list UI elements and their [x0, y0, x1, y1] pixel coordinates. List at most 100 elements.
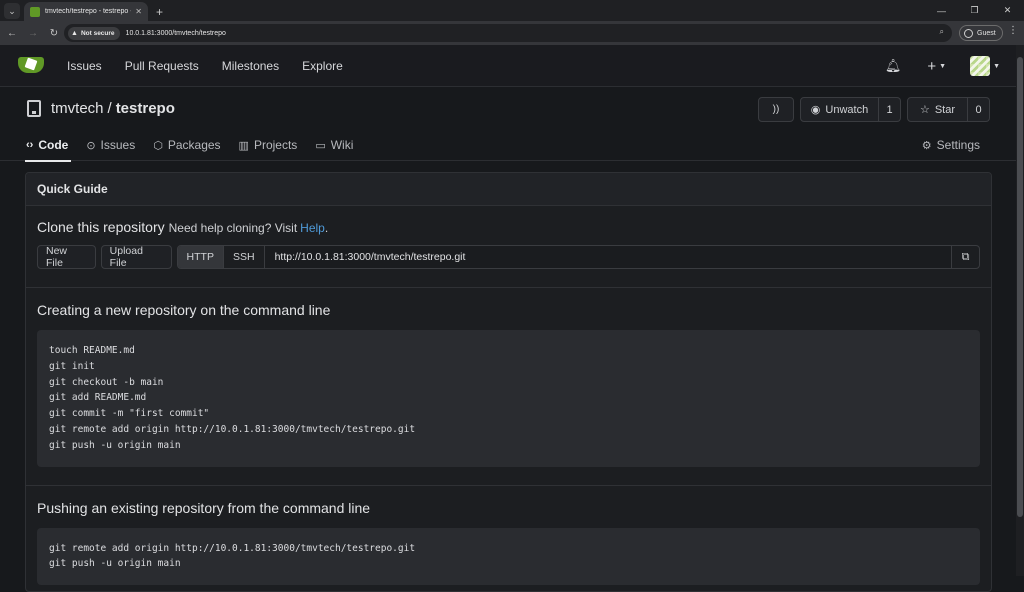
wrench-icon: ⚙ [921, 139, 932, 152]
quick-guide-panel: Quick Guide Clone this repository Need h… [25, 172, 992, 592]
tab-title: tmvtech/testrepo - testrepo - Gitea [45, 8, 131, 15]
tab-projects[interactable]: ▥ Projects [239, 129, 298, 161]
code-line: git checkout -b main [49, 376, 164, 388]
code-line: git remote add origin http://10.0.1.81:3… [49, 542, 416, 554]
tab-settings[interactable]: ⚙ Settings [922, 129, 980, 161]
maximize-icon[interactable]: ❐ [958, 0, 991, 21]
nav-milestones[interactable]: Milestones [222, 59, 279, 73]
url-text: 10.0.1.81:3000/tmvtech/testrepo [125, 29, 226, 37]
window-controls: — ❐ ✕ [925, 0, 1024, 21]
minimize-icon[interactable]: — [925, 0, 958, 21]
tab-issues[interactable]: ⊙ Issues [86, 129, 135, 161]
code-icon: ‹› [26, 139, 34, 151]
avatar [970, 56, 991, 76]
divider [26, 484, 991, 486]
notifications-bell-icon[interactable]: 🔔︎ [885, 58, 902, 74]
clone-url-group: HTTP SSH http://10.0.1.81:3000/tmvtech/t… [176, 245, 980, 269]
gitea-logo-icon[interactable] [18, 55, 44, 77]
push-section-title: Pushing an existing repository from the … [37, 499, 371, 516]
help-text: Need help cloning? Visit [168, 221, 298, 235]
tab-packages-label: Packages [167, 138, 221, 152]
tab-search-icon[interactable]: ⌄ [4, 3, 20, 19]
browser-tab[interactable]: tmvtech/testrepo - testrepo - Gitea ✕ [24, 2, 148, 21]
copy-icon[interactable]: ⧉ [951, 246, 979, 268]
repo-name-link[interactable]: testrepo [116, 100, 175, 117]
repo-book-icon [27, 100, 41, 117]
divider [26, 287, 991, 288]
tab-issues-label: Issues [100, 138, 136, 152]
profile-label: Guest [977, 29, 996, 37]
profile-icon [964, 28, 973, 38]
close-window-icon[interactable]: ✕ [991, 0, 1024, 21]
help-link[interactable]: Help [300, 221, 325, 235]
new-tab-button[interactable]: + [156, 6, 163, 18]
quick-guide-title: Quick Guide [26, 173, 991, 206]
tab-code-label: Code [38, 138, 69, 152]
tab-close-icon[interactable]: ✕ [135, 7, 142, 16]
chevron-down-icon: ▼ [993, 62, 1000, 70]
upload-file-button[interactable]: Upload File [100, 245, 172, 269]
security-chip[interactable]: ▲ Not secure [68, 26, 120, 40]
stars-count[interactable]: 0 [968, 97, 990, 122]
clone-heading: Clone this repository [37, 219, 165, 235]
watchers-count[interactable]: 1 [879, 97, 901, 122]
code-line: git add README.md [49, 392, 147, 404]
rss-icon: )) [772, 104, 780, 115]
zoom-icon[interactable]: ⌕ [940, 27, 944, 37]
clone-section-title: Clone this repository Need help cloning?… [37, 219, 980, 235]
browser-toolbar: ← → ↻ ▲ Not secure 10.0.1.81:3000/tmvtech… [0, 21, 1024, 45]
security-label: Not secure [80, 29, 115, 37]
repo-owner-link[interactable]: tmvtech [51, 100, 104, 117]
code-line: git push -u origin main [49, 439, 181, 451]
code-line: git commit -m "first commit" [49, 408, 210, 420]
tab-code[interactable]: ‹› Code [24, 129, 72, 162]
repo-header: tmvtech / testrepo )) ◉ Unwatch 1 ☆ Star 0… [0, 87, 1016, 162]
profile-button[interactable]: Guest [959, 25, 1003, 41]
code-line: git init [49, 360, 95, 372]
user-menu[interactable]: ▼ [970, 56, 1000, 76]
tab-packages[interactable]: ⬡ Packages [153, 129, 220, 161]
forward-icon[interactable]: → [24, 24, 42, 42]
new-repo-section-title: Creating a new repository on the command… [37, 302, 331, 318]
browser-tabstrip: ⌄ tmvtech/testrepo - testrepo - Gitea ✕ … [0, 0, 1024, 21]
issue-icon: ⊙ [86, 139, 96, 152]
eye-icon: ◉ [810, 104, 821, 116]
tab-wiki-label: Wiki [330, 138, 354, 152]
book-icon: ▭ [315, 139, 326, 152]
code-line: git push -u origin main [49, 558, 181, 570]
tab-wiki[interactable]: ▭ Wiki [315, 129, 353, 161]
address-bar[interactable]: ▲ Not secure 10.0.1.81:3000/tmvtech/testr… [64, 24, 952, 42]
repo-actions: )) ◉ Unwatch 1 ☆ Star 0 [758, 97, 990, 122]
http-toggle[interactable]: HTTP [177, 246, 224, 268]
star-label: Star [934, 103, 956, 116]
star-button[interactable]: ☆ Star [907, 97, 968, 122]
gitea-favicon-icon [30, 6, 40, 17]
browser-menu-icon[interactable]: ⋮ [1008, 25, 1018, 36]
project-icon: ▥ [238, 139, 249, 152]
push-code-block: git remote add origin http://10.0.1.81:3… [37, 527, 980, 586]
site-header: Issues Pull Requests Milestones Explore … [0, 45, 1016, 87]
unwatch-label: Unwatch [825, 103, 869, 116]
back-icon[interactable]: ← [3, 24, 21, 42]
rss-feed-button[interactable]: )) [758, 97, 794, 122]
help-period: . [324, 221, 329, 235]
page-scrollbar[interactable] [1016, 45, 1024, 576]
star-icon: ☆ [919, 104, 930, 116]
nav-pull-requests[interactable]: Pull Requests [125, 59, 199, 73]
clone-url-input[interactable]: http://10.0.1.81:3000/tmvtech/testrepo.g… [264, 246, 951, 268]
package-icon: ⬡ [153, 139, 163, 152]
new-file-button[interactable]: New File [37, 245, 96, 269]
warning-icon: ▲ [71, 29, 78, 37]
scrollbar-thumb[interactable] [1017, 57, 1023, 517]
ssh-toggle[interactable]: SSH [224, 246, 265, 268]
repo-separator: / [107, 100, 112, 117]
unwatch-button[interactable]: ◉ Unwatch [800, 97, 879, 122]
nav-explore[interactable]: Explore [302, 59, 343, 73]
new-repo-code-block: touch README.md git init git checkout -b… [37, 330, 980, 467]
nav-issues[interactable]: Issues [67, 59, 102, 73]
create-new-button[interactable]: + ▼ [927, 58, 946, 75]
chevron-down-icon: ▼ [939, 63, 947, 71]
reload-icon[interactable]: ↻ [45, 24, 63, 42]
code-line: touch README.md [49, 345, 135, 356]
clone-toolbar: New File Upload File HTTP SSH http://10.… [37, 245, 980, 269]
